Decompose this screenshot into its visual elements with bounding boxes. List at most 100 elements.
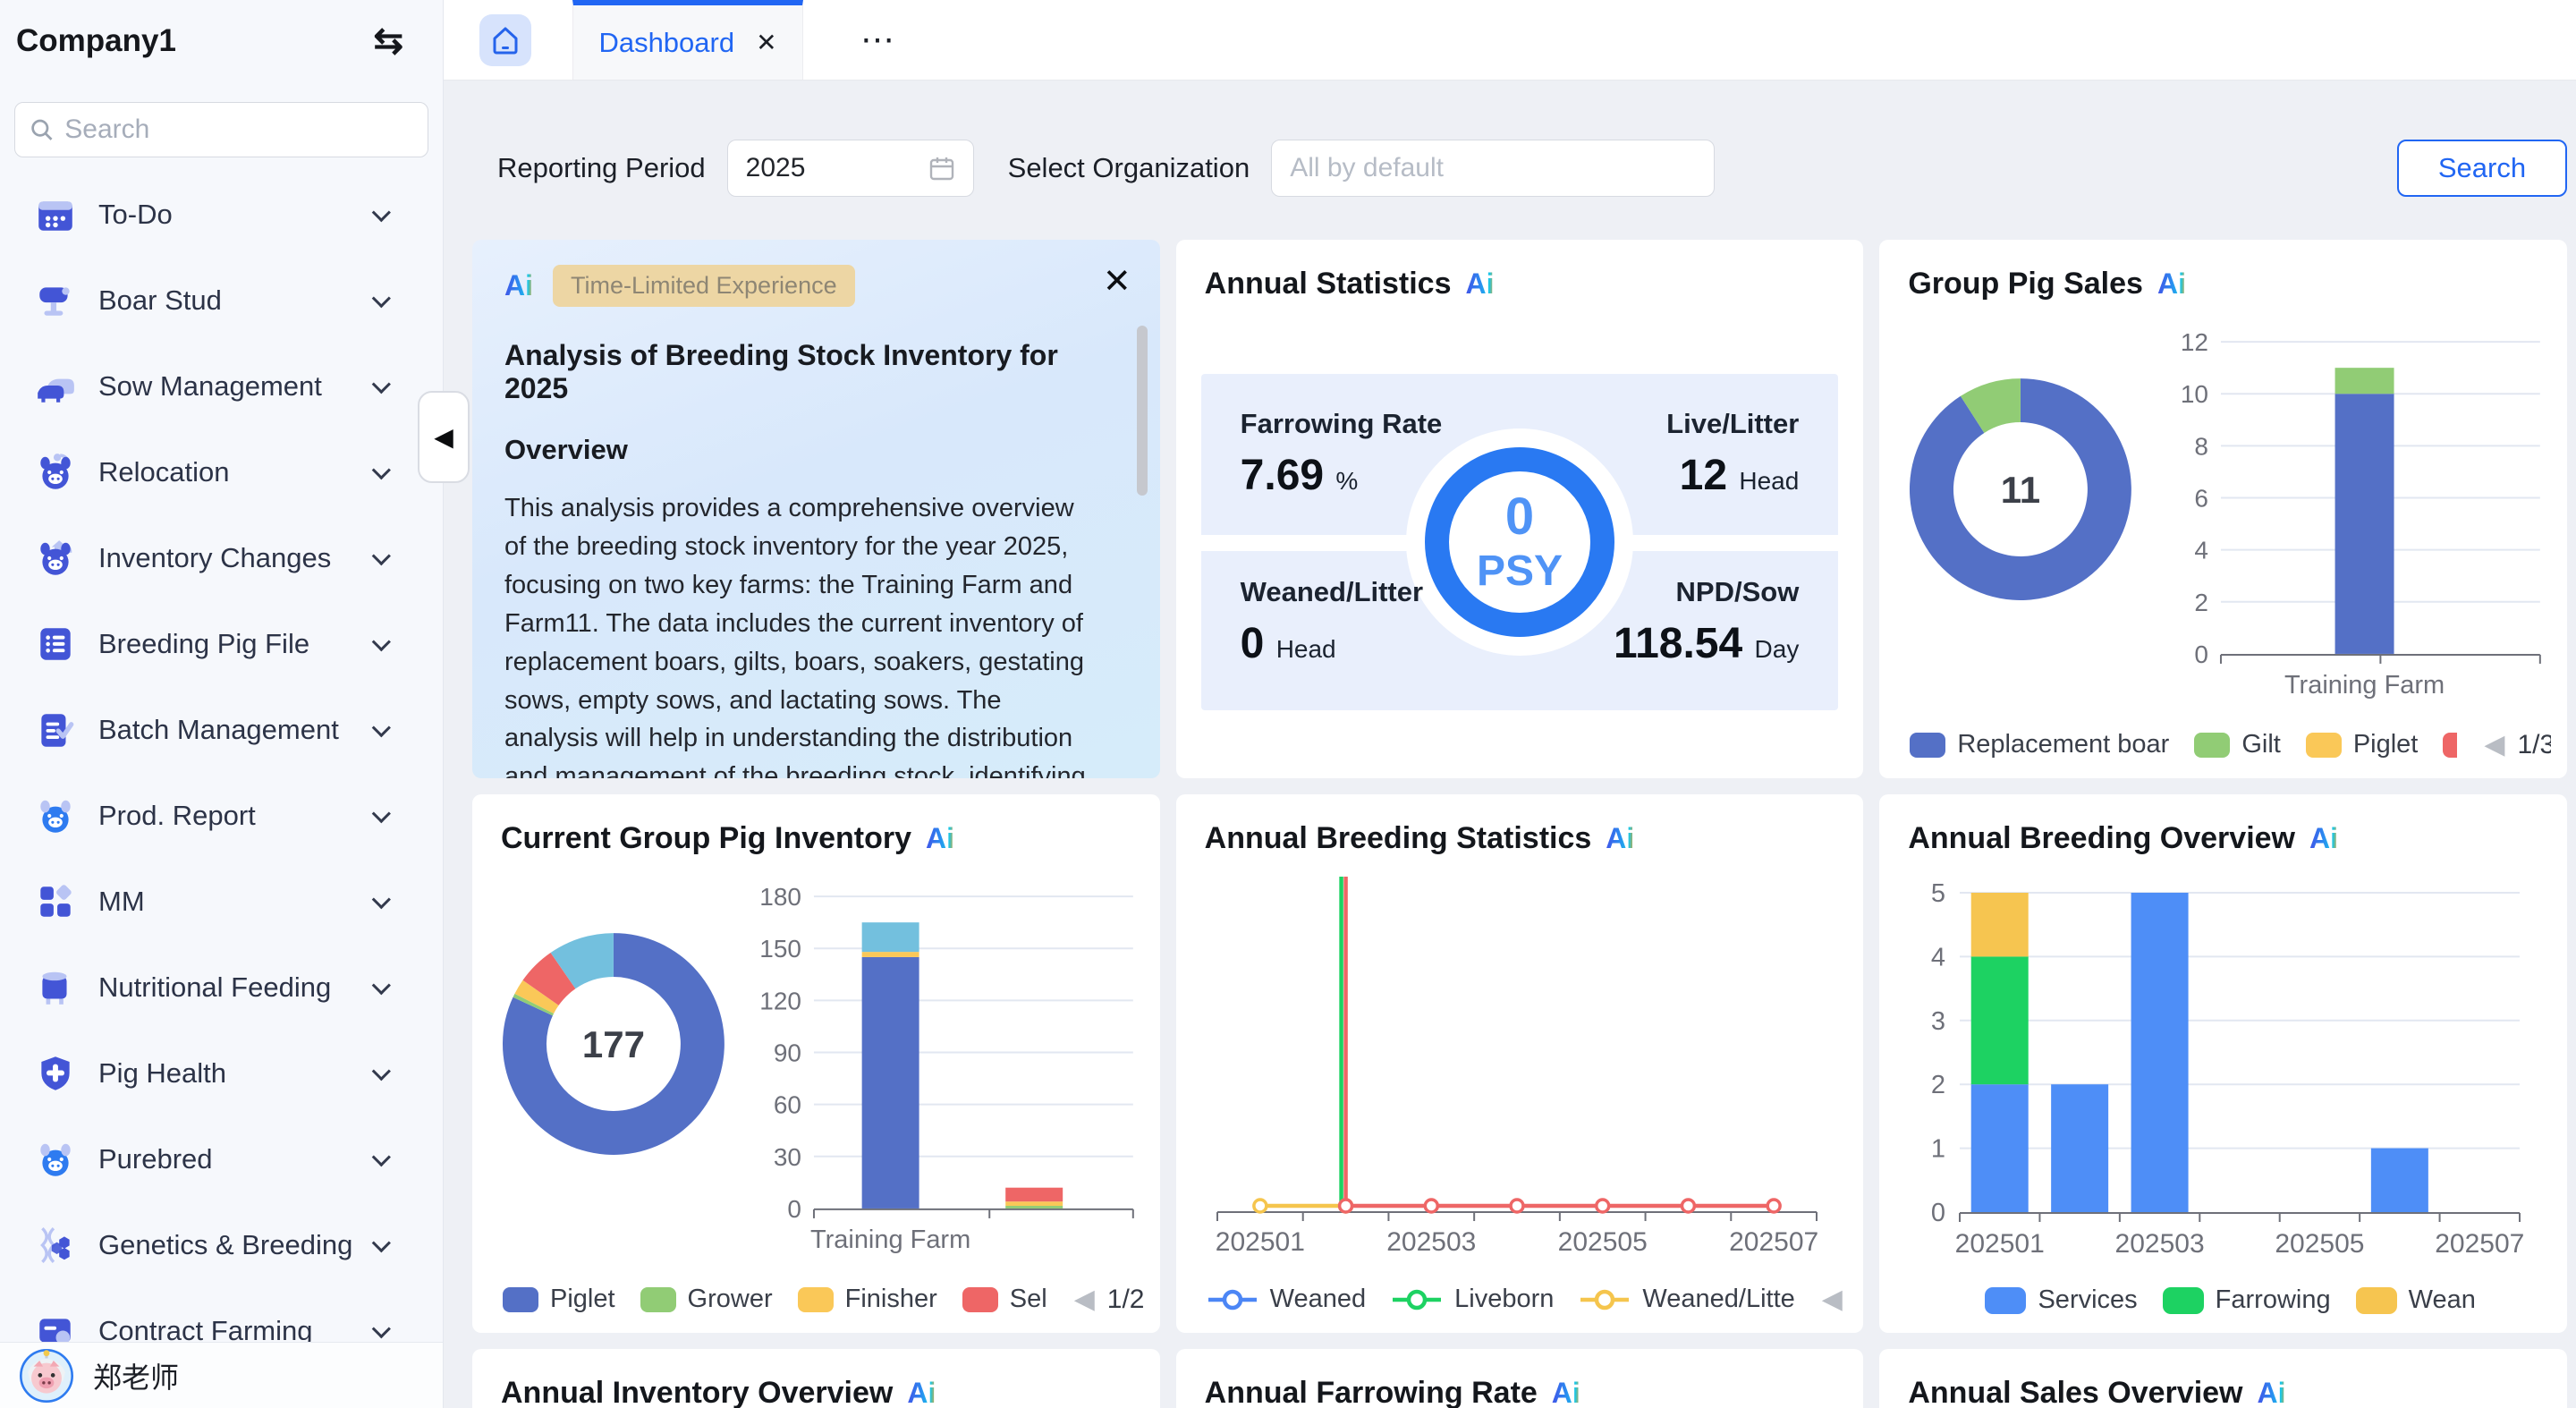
- card-title-text: Annual Breeding Overview: [1908, 821, 2295, 856]
- prod-report-icon: [34, 794, 77, 837]
- legend-line-glyph: [1391, 1286, 1443, 1313]
- legend-item-gilt[interactable]: Gilt: [2194, 730, 2281, 759]
- stat-unit: Day: [1755, 635, 1800, 663]
- user-bar[interactable]: 郑老师: [0, 1342, 443, 1408]
- scrollbar-thumb[interactable]: [1137, 326, 1148, 496]
- svg-text:150: 150: [759, 935, 801, 963]
- legend-item-replacement-boar[interactable]: Replacement boar: [1910, 730, 2169, 759]
- legend-item-weaned-litte[interactable]: Weaned/Litte: [1579, 1285, 1794, 1314]
- sidebar-item-inventory-changes[interactable]: Inventory Changes: [0, 515, 443, 601]
- annual-breeding-statistics-line-chart[interactable]: 202501202503202505202507: [1198, 866, 1833, 1295]
- close-icon[interactable]: ✕: [1103, 261, 1131, 301]
- svg-text:177: 177: [582, 1023, 645, 1065]
- sidebar-item-to-do[interactable]: To-Do: [0, 172, 443, 258]
- legend-label: Weaned/Litte: [1642, 1285, 1794, 1314]
- group-pig-sales-donut-chart[interactable]: 11: [1879, 315, 2165, 744]
- home-tab-button[interactable]: [479, 14, 531, 66]
- sidebar-item-breeding-pig-file[interactable]: Breeding Pig File: [0, 601, 443, 687]
- breeding-file-icon: [34, 623, 77, 666]
- annual-breeding-statistics-legend: WeanedLivebornWeaned/Litte◀1/2▶: [1207, 1284, 1848, 1315]
- legend-label: Finisher: [845, 1285, 937, 1314]
- group-pig-sales-card: Group Pig Sales Ai 11 024681012Training …: [1879, 240, 2567, 778]
- reporting-period-value: 2025: [746, 153, 806, 183]
- legend-page-indicator: 1/2: [1107, 1285, 1144, 1315]
- svg-text:60: 60: [774, 1091, 801, 1119]
- sidebar-item-relocation[interactable]: Relocation: [0, 429, 443, 515]
- legend-item-liveborn[interactable]: Liveborn: [1391, 1285, 1554, 1314]
- legend-item-wean[interactable]: Wean: [2356, 1285, 2476, 1315]
- legend-label: Weaned: [1270, 1285, 1367, 1314]
- legend-prev-icon[interactable]: ◀: [2484, 729, 2504, 760]
- sidebar-item-sow-management[interactable]: Sow Management: [0, 344, 443, 429]
- ai-logo: Ai: [504, 269, 533, 302]
- svg-text:202505: 202505: [2275, 1229, 2365, 1259]
- current-inventory-bar-chart[interactable]: 0306090120150180Training Farm: [758, 869, 1148, 1299]
- sidebar-item-nutritional-feeding[interactable]: Nutritional Feeding: [0, 945, 443, 1031]
- reporting-period-input[interactable]: 2025: [727, 140, 974, 197]
- organization-input[interactable]: All by default: [1271, 140, 1715, 197]
- chevron-down-icon: [372, 804, 391, 823]
- current-inventory-donut-chart[interactable]: 177: [472, 869, 758, 1299]
- avatar: [20, 1349, 73, 1403]
- sidebar-item-boar-stud[interactable]: Boar Stud: [0, 258, 443, 344]
- organization-placeholder: All by default: [1290, 153, 1444, 183]
- tab-more-icon[interactable]: ⋯: [860, 20, 899, 60]
- legend-label: Liveborn: [1454, 1285, 1554, 1314]
- svg-text:30: 30: [774, 1143, 801, 1171]
- search-input[interactable]: [64, 115, 413, 145]
- legend-item-weaned[interactable]: Weaned: [1207, 1285, 1367, 1314]
- legend-item-piglet[interactable]: Piglet: [2306, 730, 2419, 759]
- legend-label: Farrowing: [2216, 1285, 2331, 1315]
- group-pig-sales-bar-chart[interactable]: 024681012Training Farm: [2165, 315, 2555, 744]
- svg-text:5: 5: [1931, 879, 1945, 908]
- annual-breeding-overview-bar-chart[interactable]: 012345202501202503202505202507: [1901, 866, 2536, 1295]
- sidebar-search[interactable]: [14, 102, 428, 157]
- ai-logo: Ai: [2258, 1377, 2286, 1408]
- psy-ring: 0 PSY: [1425, 447, 1614, 637]
- tab-dashboard[interactable]: Dashboard ✕: [572, 0, 803, 80]
- sidebar-item-pig-health[interactable]: Pig Health: [0, 1031, 443, 1116]
- legend-item-farrowing[interactable]: Farrowing: [2163, 1285, 2331, 1315]
- legend-label: Sel: [1010, 1285, 1047, 1314]
- legend-line-glyph: [1579, 1286, 1631, 1313]
- sidebar-collapse-handle[interactable]: ◀: [418, 391, 470, 483]
- sidebar-item-label: Sow Management: [98, 370, 361, 403]
- stat-live-litter: Live/Litter12 Head: [1666, 408, 1799, 500]
- home-icon: [487, 22, 523, 58]
- stat-unit: Head: [1276, 635, 1336, 663]
- sidebar-item-label: Prod. Report: [98, 800, 361, 832]
- svg-text:0: 0: [787, 1195, 801, 1223]
- statistics-panel: 0 PSY Farrowing Rate7.69 %Live/Litter12 …: [1201, 374, 1839, 710]
- legend-item-grower[interactable]: Grower: [640, 1285, 773, 1314]
- legend-prev-icon[interactable]: ◀: [1822, 1284, 1843, 1315]
- svg-text:202503: 202503: [1386, 1227, 1476, 1257]
- sidebar-item-mm[interactable]: MM: [0, 859, 443, 945]
- legend-item-piglet[interactable]: Piglet: [503, 1285, 615, 1314]
- sidebar-item-purebred[interactable]: Purebred: [0, 1116, 443, 1202]
- ai-logo: Ai: [926, 822, 954, 855]
- svg-text:6: 6: [2195, 485, 2209, 513]
- switch-company-icon[interactable]: ⇆: [373, 21, 403, 62]
- legend-swatch: [798, 1287, 834, 1312]
- legend-item[interactable]: [2443, 733, 2457, 758]
- legend-item-sel[interactable]: Sel: [962, 1285, 1047, 1314]
- ai-analysis-subheading: Overview: [504, 434, 1128, 466]
- sidebar-item-batch-management[interactable]: Batch Management: [0, 687, 443, 773]
- chevron-down-icon: [372, 1234, 391, 1252]
- annual-statistics-card: Annual Statistics Ai 0 PSY Farrowing Rat…: [1176, 240, 1864, 778]
- legend-item-finisher[interactable]: Finisher: [798, 1285, 937, 1314]
- group-pig-sales-charts: 11 024681012Training Farm: [1879, 315, 2555, 744]
- svg-text:202507: 202507: [1729, 1227, 1818, 1257]
- sidebar-item-label: Genetics & Breeding: [98, 1229, 361, 1261]
- sidebar-item-prod-report[interactable]: Prod. Report: [0, 773, 443, 859]
- sidebar-item-genetics-breeding[interactable]: Genetics & Breeding: [0, 1202, 443, 1288]
- app-root: Company1 ⇆ To-DoBoar StudSow ManagementR…: [0, 0, 2576, 1408]
- chevron-down-icon: [372, 632, 391, 651]
- legend-prev-icon[interactable]: ◀: [1074, 1284, 1095, 1315]
- pig-health-icon: [34, 1052, 77, 1095]
- ai-logo: Ai: [1606, 822, 1634, 855]
- search-button[interactable]: Search: [2397, 140, 2567, 197]
- main-area: Dashboard ✕ ⋯ Reporting Period 2025 Sele…: [444, 0, 2576, 1408]
- tab-close-icon[interactable]: ✕: [756, 28, 776, 57]
- legend-item-services[interactable]: Services: [1985, 1285, 2137, 1315]
